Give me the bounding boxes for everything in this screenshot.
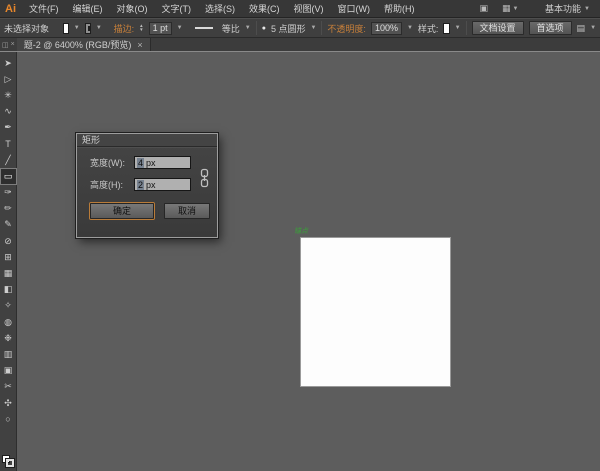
main-area: ➤▷✳∿✒T╱▭✑✏✎⊘⊞▦◧✧◍❉▥▣✂✣○ 锚点 矩形 宽度(W): 4 p…: [0, 52, 600, 471]
restore-window-icon[interactable]: ◫: [2, 41, 9, 49]
preferences-button[interactable]: 首选项: [529, 21, 572, 35]
width-input[interactable]: 4 px: [134, 156, 191, 169]
width-value: 4: [137, 158, 144, 168]
menu-edit[interactable]: 编辑(E): [66, 2, 110, 15]
arrange-documents-icon[interactable]: ▣: [480, 3, 489, 14]
menu-effect[interactable]: 效果(C): [242, 2, 287, 15]
height-input[interactable]: 2 px: [134, 178, 191, 191]
symbol-sprayer-tool[interactable]: ❉: [0, 330, 17, 346]
smart-guide-label: 锚点: [294, 226, 308, 236]
menu-object[interactable]: 对象(O): [110, 2, 155, 15]
style-label: 样式:: [418, 22, 439, 35]
cancel-button[interactable]: 取消: [164, 203, 210, 219]
stroke-panel-link[interactable]: 描边:: [114, 22, 135, 35]
chevron-down-icon: ▼: [513, 6, 519, 12]
stroke-width-field[interactable]: 1 pt: [149, 22, 172, 35]
rectangle-dialog: 矩形 宽度(W): 4 px 高度(H): 2 px: [76, 133, 218, 238]
canvas[interactable]: 锚点 矩形 宽度(W): 4 px 高度(H): 2 px: [17, 52, 600, 471]
rectangle-tool[interactable]: ▭: [0, 168, 17, 184]
document-tab[interactable]: 题-2 @ 6400% (RGB/预览) ×: [17, 38, 151, 51]
document-setup-button[interactable]: 文档设置: [472, 21, 524, 35]
type-tool[interactable]: T: [0, 136, 17, 152]
opacity-panel-link[interactable]: 不透明度:: [327, 22, 366, 35]
height-label: 高度(H):: [90, 178, 134, 191]
chevron-down-icon[interactable]: ▼: [245, 25, 251, 31]
width-unit: px: [146, 158, 156, 168]
divider: [321, 21, 322, 35]
height-row: 高度(H): 2 px: [90, 178, 217, 191]
menu-help[interactable]: 帮助(H): [377, 2, 422, 15]
close-window-icon[interactable]: ×: [11, 41, 15, 49]
pen-tool[interactable]: ✒: [0, 120, 17, 136]
selection-status-label: 未选择对象: [4, 22, 49, 35]
chevron-down-icon[interactable]: ▼: [96, 25, 102, 31]
menu-file[interactable]: 文件(F): [22, 2, 66, 15]
opacity-field[interactable]: 100%: [371, 22, 402, 35]
dialog-buttons: 确定 取消: [90, 203, 217, 219]
direct-selection-tool[interactable]: ▷: [0, 71, 17, 87]
line-segment-tool[interactable]: ╱: [0, 152, 17, 168]
style-swatch[interactable]: [443, 23, 449, 34]
gradient-tool[interactable]: ◧: [0, 282, 17, 298]
blob-brush-tool[interactable]: ✎: [0, 217, 17, 233]
toolbar: ➤▷✳∿✒T╱▭✑✏✎⊘⊞▦◧✧◍❉▥▣✂✣○: [0, 52, 17, 471]
panel-menu-icon[interactable]: ▤: [577, 23, 586, 34]
magic-wand-tool[interactable]: ✳: [0, 87, 17, 103]
artboard-tool[interactable]: ▣: [0, 363, 17, 379]
constrain-proportions-icon[interactable]: [199, 168, 210, 188]
workspace-switcher-label: 基本功能: [545, 2, 581, 15]
divider: [466, 21, 467, 35]
chevron-down-icon[interactable]: ▼: [74, 25, 80, 31]
chevron-down-icon[interactable]: ▼: [590, 25, 596, 31]
fill-color-swatch[interactable]: [63, 23, 69, 34]
divider: [256, 21, 257, 35]
chevron-down-icon[interactable]: ▼: [455, 25, 461, 31]
eraser-tool[interactable]: ⊘: [0, 233, 17, 249]
brush-preview-icon: ●: [262, 25, 266, 32]
blend-tool[interactable]: ◍: [0, 314, 17, 330]
selection-tool[interactable]: ➤: [0, 55, 17, 71]
menu-view[interactable]: 视图(V): [287, 2, 331, 15]
fill-stroke-indicator[interactable]: [2, 455, 15, 468]
width-label: 宽度(W):: [90, 156, 134, 169]
hand-tool[interactable]: ✣: [0, 395, 17, 411]
control-panel-bar: 未选择对象 ▼ ▼ 描边: ▲▼ 1 pt ▼ 等比 ▼ ● 5 点圆形 ▼ 不…: [0, 18, 600, 38]
chevron-down-icon[interactable]: ▼: [177, 25, 183, 31]
paintbrush-tool[interactable]: ✑: [0, 185, 17, 201]
lasso-tool[interactable]: ∿: [0, 104, 17, 120]
document-tab-title: 题-2 @ 6400% (RGB/预览): [24, 38, 132, 51]
menu-type[interactable]: 文字(T): [155, 2, 199, 15]
stroke-color-swatch[interactable]: [85, 23, 91, 34]
ok-button[interactable]: 确定: [90, 203, 154, 219]
dialog-title: 矩形: [77, 134, 217, 147]
mesh-tool[interactable]: ▦: [0, 265, 17, 281]
height-unit: px: [146, 180, 156, 190]
eyedropper-tool[interactable]: ✧: [0, 298, 17, 314]
menu-window[interactable]: 窗口(W): [331, 2, 378, 15]
width-profile-preview: [195, 27, 212, 29]
stroke-indicator-swatch[interactable]: [6, 459, 14, 467]
slice-tool[interactable]: ✂: [0, 379, 17, 395]
pencil-tool[interactable]: ✏: [0, 201, 17, 217]
illustrator-logo: Ai: [0, 3, 22, 15]
document-tabbar: ◫ × 题-2 @ 6400% (RGB/预览) ×: [0, 38, 600, 52]
height-value: 2: [137, 180, 144, 190]
workspace-switcher-button[interactable]: 基本功能 ▼: [535, 2, 600, 15]
column-graph-tool[interactable]: ▥: [0, 346, 17, 362]
window-controls: ◫ ×: [0, 41, 17, 49]
perspective-grid-tool[interactable]: ⊞: [0, 249, 17, 265]
close-icon[interactable]: ×: [137, 40, 142, 50]
workspace-layout-icon[interactable]: ▦▼: [502, 3, 518, 14]
stroke-width-stepper[interactable]: ▲▼: [139, 24, 143, 32]
chevron-down-icon: ▼: [584, 6, 590, 12]
menu-select[interactable]: 选择(S): [198, 2, 242, 15]
zoom-tool[interactable]: ○: [0, 411, 17, 427]
width-row: 宽度(W): 4 px: [90, 156, 217, 169]
width-profile-label: 等比: [222, 22, 240, 35]
chevron-down-icon[interactable]: ▼: [407, 25, 413, 31]
artboard[interactable]: [300, 237, 451, 387]
application-menubar: Ai 文件(F) 编辑(E) 对象(O) 文字(T) 选择(S) 效果(C) 视…: [0, 0, 600, 18]
chevron-down-icon[interactable]: ▼: [310, 25, 316, 31]
brush-definition-label: 5 点圆形: [271, 22, 306, 35]
